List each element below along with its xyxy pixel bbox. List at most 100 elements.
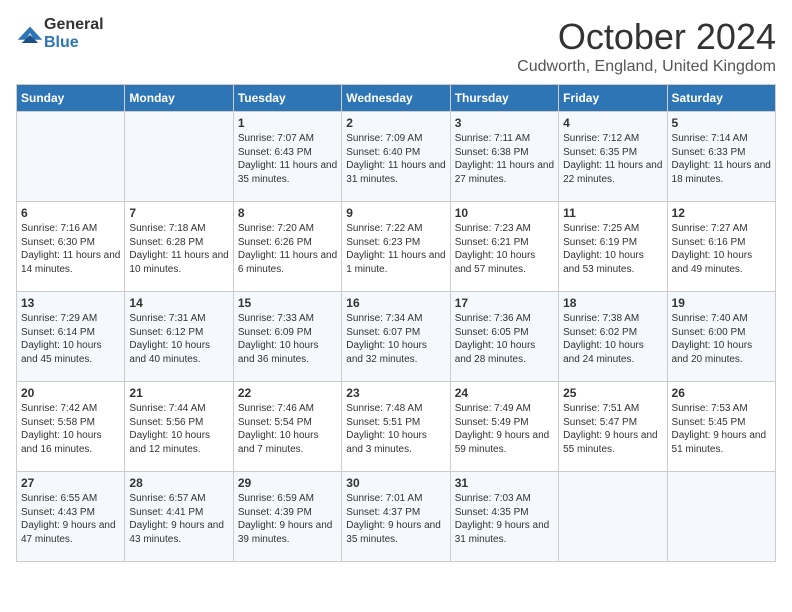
- logo-icon: [16, 25, 44, 43]
- day-number: 5: [672, 116, 771, 130]
- day-number: 2: [346, 116, 445, 130]
- day-info: Sunrise: 7:27 AM Sunset: 6:16 PM Dayligh…: [672, 222, 771, 276]
- day-number: 26: [672, 386, 771, 400]
- day-number: 12: [672, 206, 771, 220]
- day-info: Sunrise: 7:23 AM Sunset: 6:21 PM Dayligh…: [455, 222, 554, 276]
- calendar-cell: 31Sunrise: 7:03 AM Sunset: 4:35 PM Dayli…: [450, 472, 558, 562]
- day-info: Sunrise: 7:38 AM Sunset: 6:02 PM Dayligh…: [563, 312, 662, 366]
- day-number: 7: [129, 206, 228, 220]
- page-header: General Blue October 2024 Cudworth, Engl…: [16, 16, 776, 76]
- calendar-cell: 30Sunrise: 7:01 AM Sunset: 4:37 PM Dayli…: [342, 472, 450, 562]
- location-title: Cudworth, England, United Kingdom: [517, 58, 776, 76]
- day-info: Sunrise: 7:53 AM Sunset: 5:45 PM Dayligh…: [672, 402, 771, 456]
- header-saturday: Saturday: [667, 85, 775, 112]
- day-number: 23: [346, 386, 445, 400]
- calendar-cell: 22 Sunrise: 7:46 AM Sunset: 5:54 PM Dayli…: [233, 382, 341, 472]
- calendar-cell: 25 Sunrise: 7:51 AM Sunset: 5:47 PM Dayli…: [559, 382, 667, 472]
- calendar-cell: 1Sunrise: 7:07 AM Sunset: 6:43 PM Daylig…: [233, 112, 341, 202]
- calendar-table: SundayMondayTuesdayWednesdayThursdayFrid…: [16, 84, 776, 562]
- day-info: Sunrise: 7:33 AM Sunset: 6:09 PM Dayligh…: [238, 312, 337, 366]
- calendar-cell: 3Sunrise: 7:11 AM Sunset: 6:38 PM Daylig…: [450, 112, 558, 202]
- day-info: Sunrise: 7:18 AM Sunset: 6:28 PM Dayligh…: [129, 222, 228, 276]
- day-number: 6: [21, 206, 120, 220]
- day-info: Sunrise: 7:46 AM Sunset: 5:54 PM Dayligh…: [238, 402, 337, 456]
- calendar-cell: 23 Sunrise: 7:48 AM Sunset: 5:51 PM Dayli…: [342, 382, 450, 472]
- title-block: October 2024 Cudworth, England, United K…: [517, 16, 776, 76]
- day-number: 29: [238, 476, 337, 490]
- calendar-cell: [125, 112, 233, 202]
- day-info: Sunrise: 7:49 AM Sunset: 5:49 PM Dayligh…: [455, 402, 554, 456]
- day-number: 25: [563, 386, 662, 400]
- day-number: 10: [455, 206, 554, 220]
- calendar-cell: [559, 472, 667, 562]
- day-info: Sunrise: 6:55 AM Sunset: 4:43 PM Dayligh…: [21, 492, 120, 546]
- header-friday: Friday: [559, 85, 667, 112]
- day-info: Sunrise: 7:09 AM Sunset: 6:40 PM Dayligh…: [346, 132, 445, 186]
- calendar-cell: 19Sunrise: 7:40 AM Sunset: 6:00 PM Dayli…: [667, 292, 775, 382]
- header-monday: Monday: [125, 85, 233, 112]
- calendar-cell: 8 Sunrise: 7:20 AM Sunset: 6:26 PM Daylig…: [233, 202, 341, 292]
- day-number: 9: [346, 206, 445, 220]
- calendar-week-1: 1Sunrise: 7:07 AM Sunset: 6:43 PM Daylig…: [17, 112, 776, 202]
- calendar-cell: 26 Sunrise: 7:53 AM Sunset: 5:45 PM Dayli…: [667, 382, 775, 472]
- calendar-cell: 29Sunrise: 6:59 AM Sunset: 4:39 PM Dayli…: [233, 472, 341, 562]
- day-number: 11: [563, 206, 662, 220]
- day-number: 3: [455, 116, 554, 130]
- header-thursday: Thursday: [450, 85, 558, 112]
- calendar-cell: 21 Sunrise: 7:44 AM Sunset: 5:56 PM Dayli…: [125, 382, 233, 472]
- day-info: Sunrise: 7:14 AM Sunset: 6:33 PM Dayligh…: [672, 132, 771, 186]
- day-number: 24: [455, 386, 554, 400]
- day-number: 17: [455, 296, 554, 310]
- day-info: Sunrise: 7:29 AM Sunset: 6:14 PM Dayligh…: [21, 312, 120, 366]
- calendar-cell: 7 Sunrise: 7:18 AM Sunset: 6:28 PM Daylig…: [125, 202, 233, 292]
- day-info: Sunrise: 7:20 AM Sunset: 6:26 PM Dayligh…: [238, 222, 337, 276]
- day-number: 21: [129, 386, 228, 400]
- day-number: 8: [238, 206, 337, 220]
- calendar-week-5: 27 Sunrise: 6:55 AM Sunset: 4:43 PM Dayli…: [17, 472, 776, 562]
- day-info: Sunrise: 7:03 AM Sunset: 4:35 PM Dayligh…: [455, 492, 554, 546]
- day-number: 16: [346, 296, 445, 310]
- day-number: 19: [672, 296, 771, 310]
- day-info: Sunrise: 7:07 AM Sunset: 6:43 PM Dayligh…: [238, 132, 337, 186]
- day-info: Sunrise: 7:22 AM Sunset: 6:23 PM Dayligh…: [346, 222, 445, 276]
- header-tuesday: Tuesday: [233, 85, 341, 112]
- day-info: Sunrise: 7:44 AM Sunset: 5:56 PM Dayligh…: [129, 402, 228, 456]
- calendar-cell: 17 Sunrise: 7:36 AM Sunset: 6:05 PM Dayli…: [450, 292, 558, 382]
- day-info: Sunrise: 7:25 AM Sunset: 6:19 PM Dayligh…: [563, 222, 662, 276]
- calendar-cell: 2 Sunrise: 7:09 AM Sunset: 6:40 PM Daylig…: [342, 112, 450, 202]
- day-number: 27: [21, 476, 120, 490]
- calendar-cell: 4Sunrise: 7:12 AM Sunset: 6:35 PM Daylig…: [559, 112, 667, 202]
- day-info: Sunrise: 7:42 AM Sunset: 5:58 PM Dayligh…: [21, 402, 120, 456]
- calendar-cell: 18Sunrise: 7:38 AM Sunset: 6:02 PM Dayli…: [559, 292, 667, 382]
- day-info: Sunrise: 7:16 AM Sunset: 6:30 PM Dayligh…: [21, 222, 120, 276]
- calendar-week-2: 6 Sunrise: 7:16 AM Sunset: 6:30 PM Daylig…: [17, 202, 776, 292]
- calendar-cell: 24 Sunrise: 7:49 AM Sunset: 5:49 PM Dayli…: [450, 382, 558, 472]
- logo-general: General: [44, 16, 104, 34]
- day-info: Sunrise: 7:36 AM Sunset: 6:05 PM Dayligh…: [455, 312, 554, 366]
- day-info: Sunrise: 7:51 AM Sunset: 5:47 PM Dayligh…: [563, 402, 662, 456]
- calendar-cell: 5 Sunrise: 7:14 AM Sunset: 6:33 PM Daylig…: [667, 112, 775, 202]
- month-title: October 2024: [517, 16, 776, 58]
- calendar-cell: 11 Sunrise: 7:25 AM Sunset: 6:19 PM Dayli…: [559, 202, 667, 292]
- day-info: Sunrise: 7:01 AM Sunset: 4:37 PM Dayligh…: [346, 492, 445, 546]
- calendar-cell: 14Sunrise: 7:31 AM Sunset: 6:12 PM Dayli…: [125, 292, 233, 382]
- day-number: 20: [21, 386, 120, 400]
- day-info: Sunrise: 7:31 AM Sunset: 6:12 PM Dayligh…: [129, 312, 228, 366]
- day-number: 13: [21, 296, 120, 310]
- day-info: Sunrise: 7:48 AM Sunset: 5:51 PM Dayligh…: [346, 402, 445, 456]
- calendar-cell: 20 Sunrise: 7:42 AM Sunset: 5:58 PM Dayli…: [17, 382, 125, 472]
- day-info: Sunrise: 6:57 AM Sunset: 4:41 PM Dayligh…: [129, 492, 228, 546]
- day-number: 22: [238, 386, 337, 400]
- calendar-cell: [667, 472, 775, 562]
- calendar-cell: 6 Sunrise: 7:16 AM Sunset: 6:30 PM Daylig…: [17, 202, 125, 292]
- calendar-cell: 12 Sunrise: 7:27 AM Sunset: 6:16 PM Dayli…: [667, 202, 775, 292]
- header-wednesday: Wednesday: [342, 85, 450, 112]
- day-number: 15: [238, 296, 337, 310]
- day-info: Sunrise: 7:34 AM Sunset: 6:07 PM Dayligh…: [346, 312, 445, 366]
- day-info: Sunrise: 7:12 AM Sunset: 6:35 PM Dayligh…: [563, 132, 662, 186]
- calendar-header-row: SundayMondayTuesdayWednesdayThursdayFrid…: [17, 85, 776, 112]
- calendar-cell: 28Sunrise: 6:57 AM Sunset: 4:41 PM Dayli…: [125, 472, 233, 562]
- calendar-cell: 15 Sunrise: 7:33 AM Sunset: 6:09 PM Dayli…: [233, 292, 341, 382]
- calendar-cell: 10 Sunrise: 7:23 AM Sunset: 6:21 PM Dayli…: [450, 202, 558, 292]
- calendar-cell: 16 Sunrise: 7:34 AM Sunset: 6:07 PM Dayli…: [342, 292, 450, 382]
